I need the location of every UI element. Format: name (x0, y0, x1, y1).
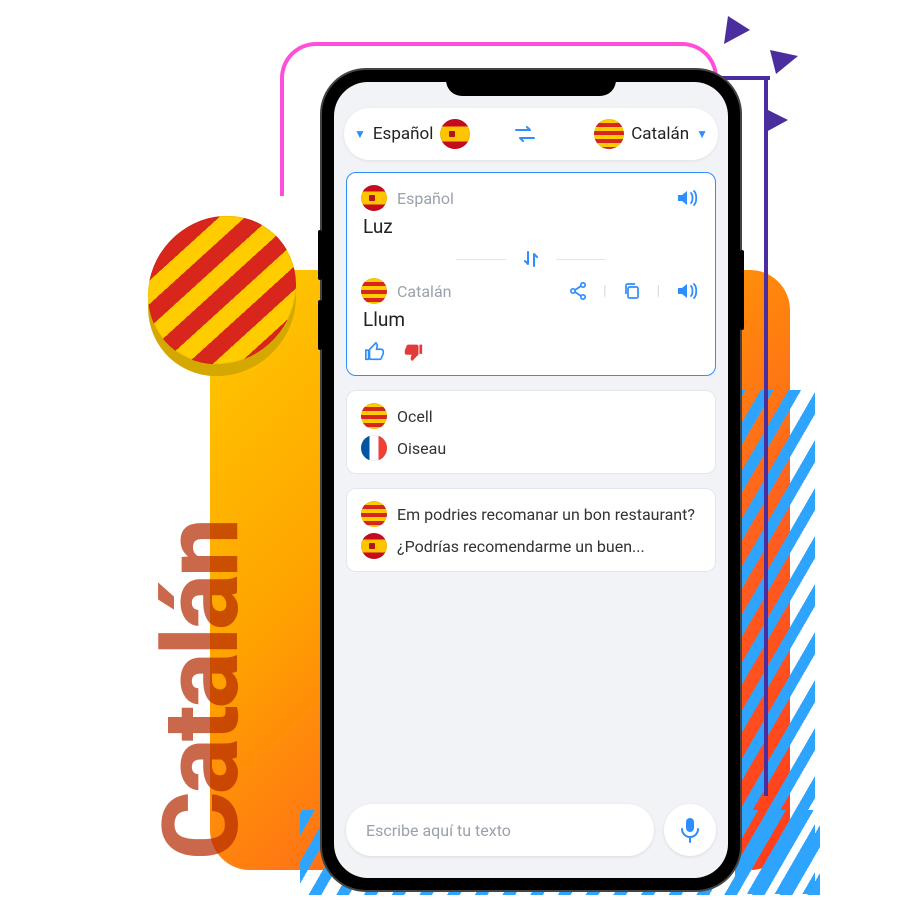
thumbs-down-button[interactable] (399, 341, 427, 363)
decorative-triangle-icon (770, 48, 800, 76)
translated-text: Llum (363, 308, 701, 331)
history-text: Em podries recomanar un bon restaurant? (397, 505, 695, 524)
source-text: Luz (363, 215, 701, 238)
decorative-background-text: Catalán (140, 521, 263, 860)
target-language-select[interactable]: Catalán ▼ (548, 119, 708, 149)
chevron-down-icon: ▼ (696, 127, 708, 141)
catalan-flag-icon (594, 119, 624, 149)
speaker-icon[interactable] (673, 281, 701, 301)
history-text: Ocell (397, 407, 433, 426)
chevron-down-icon: ▼ (354, 127, 366, 141)
card-swap-divider (361, 250, 701, 268)
swap-icon[interactable] (520, 250, 542, 268)
spain-flag-icon (440, 119, 470, 149)
source-language-label: Español (397, 189, 454, 208)
microphone-button[interactable] (664, 804, 716, 856)
thumbs-up-button[interactable] (361, 341, 389, 363)
target-language-label: Catalán (397, 282, 451, 301)
speaker-icon[interactable] (673, 188, 701, 208)
text-input[interactable]: Escribe aquí tu texto (346, 804, 654, 856)
history-text: Oiseau (397, 439, 446, 458)
history-item[interactable]: Em podries recomanar un bon restaurant? … (346, 488, 716, 572)
decorative-flag-disc (148, 211, 296, 369)
language-header: ▼ Español Catalán ▼ (344, 108, 718, 160)
decorative-line (764, 76, 768, 796)
text-input-placeholder: Escribe aquí tu texto (366, 821, 511, 840)
catalan-flag-icon (361, 501, 387, 527)
catalan-flag-icon (361, 403, 387, 429)
catalan-flag-icon (361, 278, 387, 304)
phone-notch (446, 70, 616, 96)
history-text: ¿Podrías recomendarme un buen... (397, 537, 645, 556)
share-icon[interactable] (566, 282, 590, 300)
source-language-label: Español (373, 124, 433, 144)
swap-languages-button[interactable] (514, 125, 548, 143)
phone-frame: ▼ Español Catalán ▼ Esp (322, 70, 740, 890)
copy-icon[interactable] (620, 282, 644, 300)
spain-flag-icon (361, 185, 387, 211)
decorative-triangle-icon (720, 14, 754, 48)
france-flag-icon (361, 435, 387, 461)
spain-flag-icon (361, 533, 387, 559)
target-language-label: Catalán (631, 124, 689, 144)
microphone-icon (679, 817, 701, 843)
translation-card: Español Luz (346, 172, 716, 376)
source-language-select[interactable]: ▼ Español (354, 119, 514, 149)
app-screen: ▼ Español Catalán ▼ Esp (334, 82, 728, 878)
history-item[interactable]: Ocell Oiseau (346, 390, 716, 474)
